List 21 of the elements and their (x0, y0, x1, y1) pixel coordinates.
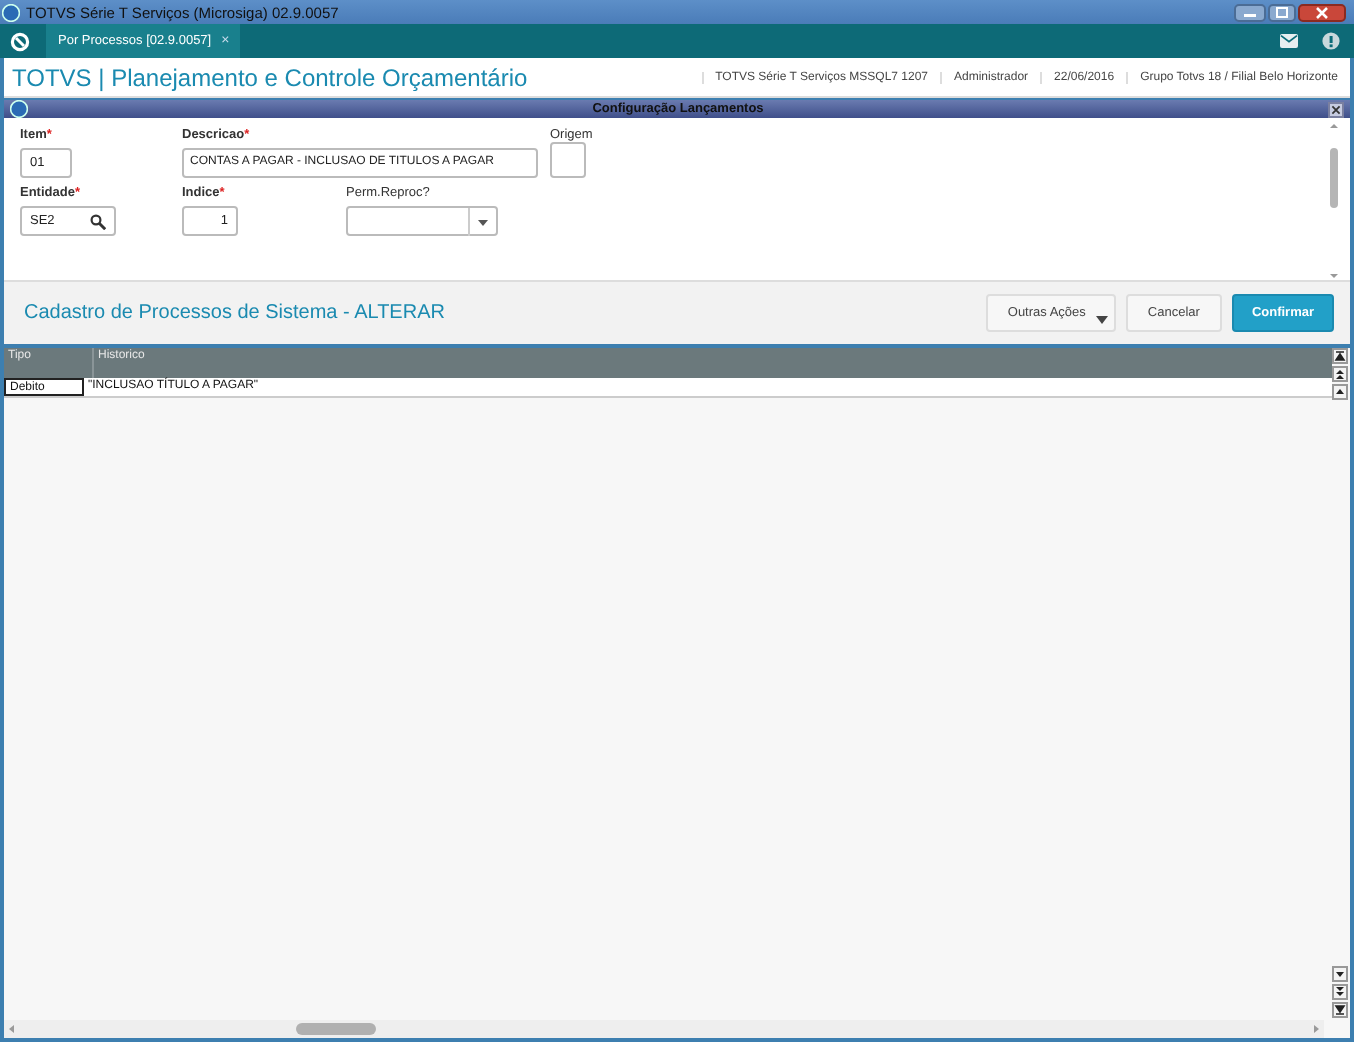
logo-icon[interactable] (10, 100, 28, 118)
close-icon[interactable] (1328, 101, 1344, 117)
close-icon[interactable] (1298, 3, 1346, 21)
search-icon[interactable] (90, 213, 106, 229)
page-up-icon[interactable] (1332, 366, 1348, 382)
first-icon[interactable] (1332, 348, 1348, 364)
form-title: Cadastro de Processos de Sistema - ALTERAR (22, 302, 445, 324)
mail-icon[interactable] (1280, 34, 1298, 48)
horizontal-scrollbar[interactable] (4, 1020, 1324, 1038)
scrollbar[interactable] (1326, 122, 1342, 282)
help-icon[interactable] (1322, 32, 1340, 50)
app-icon[interactable] (2, 3, 20, 21)
maximize-icon[interactable] (1268, 3, 1296, 21)
app-title: TOTVS | Planejamento e Controle Orçamentário (10, 63, 528, 91)
last-icon[interactable] (1332, 1002, 1348, 1018)
down-icon[interactable] (1332, 966, 1348, 982)
page-down-icon[interactable] (1332, 984, 1348, 1000)
up-icon[interactable] (1332, 384, 1348, 400)
input-field[interactable] (550, 142, 586, 178)
caret-icon[interactable] (1095, 316, 1108, 324)
minimize-icon[interactable] (1234, 3, 1266, 21)
